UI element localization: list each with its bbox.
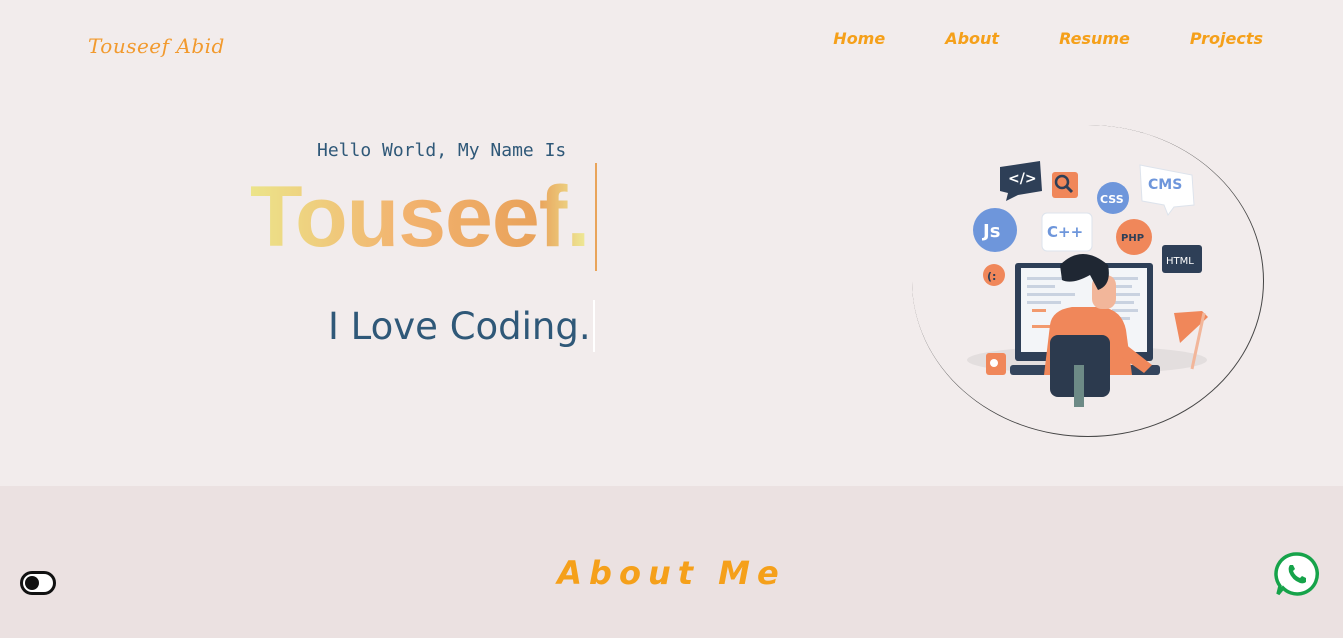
hero-tagline: I Love Coding.	[328, 304, 591, 348]
html-bubble: HTML	[1166, 256, 1194, 267]
smile-bubble: (:	[987, 270, 996, 283]
cms-bubble: CMS	[1148, 177, 1182, 193]
hero-name: Touseef.	[250, 169, 590, 265]
theme-toggle[interactable]	[20, 571, 56, 595]
whatsapp-icon[interactable]	[1274, 551, 1320, 597]
tagline-cursor	[592, 300, 595, 352]
typing-cursor	[595, 163, 598, 271]
nav-resume-link[interactable]: Resume	[1059, 29, 1130, 48]
toggle-icon	[25, 576, 39, 590]
site-logo[interactable]: Touseef Abid	[88, 34, 225, 58]
hero-name-line: Touseef.	[250, 163, 598, 271]
nav-projects-link[interactable]: Projects	[1190, 29, 1263, 48]
nav-about-link[interactable]: About	[945, 29, 999, 48]
developer-illustration: </> Js C++ CSS PHP CMS HTML (:	[967, 161, 1208, 407]
code-bubble: </>	[1008, 171, 1037, 187]
hero-greeting: Hello World, My Name Is	[317, 140, 567, 161]
php-bubble: PHP	[1121, 233, 1144, 244]
hero-tagline-line: I Love Coding.	[328, 300, 595, 352]
about-title: About Me	[557, 554, 786, 592]
main-nav: Home About Resume Projects	[833, 29, 1263, 48]
nav-home-link[interactable]: Home	[833, 29, 885, 48]
cpp-bubble: C++	[1047, 223, 1083, 241]
css-bubble: CSS	[1100, 193, 1124, 206]
hero-illustration: </> Js C++ CSS PHP CMS HTML (:	[912, 125, 1264, 437]
js-bubble: Js	[981, 221, 1000, 242]
